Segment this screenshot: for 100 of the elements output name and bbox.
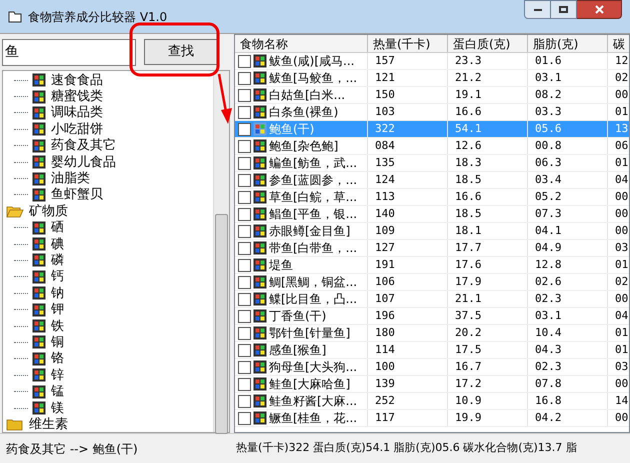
tree-item[interactable]: 速食食品	[50, 74, 104, 87]
table-row[interactable]: 白姑鱼[白米... 150 19.1 08.2 00	[235, 87, 629, 104]
tree-item[interactable]: 钙	[50, 270, 65, 284]
tree-item[interactable]: 婴幼儿食品	[50, 156, 117, 169]
food-icon	[253, 377, 267, 391]
table-cell-text: 02.6	[534, 274, 562, 290]
checkbox[interactable]	[238, 156, 251, 170]
table-cell-text: 02	[614, 274, 628, 290]
table-row[interactable]: 鄂针鱼[针量鱼] 180 20.2 10.4 01	[235, 325, 629, 342]
table-row[interactable]: 鲍鱼[杂色鲍] 084 12.6 00.8 06	[235, 138, 629, 155]
table-row[interactable]: 带鱼[白带鱼，... 127 17.7 04.9 03	[235, 240, 629, 257]
close-button[interactable]	[577, 0, 622, 19]
minimize-button[interactable]	[524, 0, 551, 19]
tree-item[interactable]: 药食及其它	[50, 139, 117, 152]
table-row[interactable]: 堤鱼 191 17.6 12.8 01	[235, 257, 629, 274]
checkbox[interactable]	[238, 88, 251, 102]
search-field[interactable]: 鱼	[2, 38, 136, 66]
column-header[interactable]: 碳	[608, 35, 629, 52]
tree-item[interactable]: 镁	[50, 402, 65, 414]
table-row[interactable]: 感鱼[猴鱼] 114 17.5 04.3 01	[235, 342, 629, 359]
checkbox[interactable]	[238, 174, 251, 186]
maximize-button[interactable]	[551, 0, 577, 19]
table-row[interactable]: 鳜鱼[桂鱼，花... 117 19.9 04.2 00	[235, 410, 629, 427]
tree-item[interactable]: 铬	[50, 352, 65, 366]
tree-item[interactable]: 钾	[50, 303, 65, 316]
checkbox[interactable]	[238, 310, 251, 322]
table-cell-text: 109	[374, 223, 395, 239]
table-cell-text: 196	[374, 308, 395, 324]
checkbox[interactable]	[238, 276, 251, 288]
checkbox[interactable]	[238, 412, 251, 424]
checkbox[interactable]	[238, 258, 251, 272]
food-icon	[32, 90, 46, 104]
column-header[interactable]: 脂肪(克)	[528, 35, 608, 52]
table-row[interactable]: 参鱼[蓝圆参，... 124 18.5 03.4 04	[235, 172, 629, 189]
table-cell-text: 37.5	[454, 308, 482, 324]
checkbox[interactable]	[238, 242, 251, 254]
table-row[interactable]: 鲅鱼(咸)[咸马... 157 23.3 01.6 12	[235, 53, 629, 70]
table-cell: 感鱼[猴鱼]	[269, 342, 326, 358]
table-row[interactable]: 鲑鱼籽酱[大麻... 252 10.9 16.8 14	[235, 393, 629, 410]
checkbox[interactable]	[238, 106, 251, 118]
table-row[interactable]: 草鱼[白鲩，草... 113 16.6 05.2 00	[235, 189, 629, 206]
food-icon	[32, 401, 46, 415]
table-row[interactable]: 鲷[黑鲷，铜盆... 106 17.9 02.6 02	[235, 274, 629, 291]
table-cell: 鄂针鱼[针量鱼]	[269, 325, 350, 341]
table-row[interactable]: 丁香鱼(干) 196 37.5 03.1 04	[235, 308, 629, 325]
checkbox[interactable]	[238, 72, 251, 84]
tree-item[interactable]: 鱼虾蟹贝	[50, 188, 104, 202]
tree-item[interactable]: 糖蜜饯类	[50, 90, 104, 104]
tree-item[interactable]: 锰	[50, 385, 65, 398]
table-cell-text: 117	[374, 410, 395, 426]
food-icon	[253, 71, 267, 85]
table-row[interactable]: 赤眼鳟[金目鱼] 109 18.1 04.1 00	[235, 223, 629, 240]
checkbox[interactable]	[238, 54, 251, 68]
tree-item[interactable]: 油脂类	[50, 172, 91, 186]
tree-item[interactable]: 调味品类	[50, 106, 104, 120]
table-cell-text: 01	[614, 257, 628, 273]
table-row[interactable]: 鲽[比目鱼，凸... 107 21.1 02.3 00	[235, 291, 629, 308]
tree-item[interactable]: 矿物质	[28, 204, 69, 218]
table-cell: 草鱼[白鲩，草...	[269, 189, 358, 205]
table-row[interactable]: 鲳鱼[平鱼，银... 140 18.5 07.3 00	[235, 206, 629, 223]
checkbox[interactable]	[238, 122, 251, 136]
checkbox[interactable]	[238, 394, 251, 408]
tree-item[interactable]: 碘	[50, 238, 65, 251]
checkbox[interactable]	[238, 292, 251, 306]
tree-item[interactable]: 维生素	[28, 418, 69, 431]
arrow-drawing	[218, 74, 232, 124]
table-cell-text: 01	[614, 325, 628, 341]
checkbox[interactable]	[238, 344, 251, 356]
table-row[interactable]: 狗母鱼[大头狗... 100 16.7 02.3 03	[235, 359, 629, 376]
table-cell-text: 17.7	[454, 240, 482, 256]
tree-item[interactable]: 铜	[50, 336, 65, 349]
tree-item[interactable]: 钠	[50, 286, 65, 300]
table-row[interactable]: 鲑鱼[大麻哈鱼] 139 17.2 07.8 00	[235, 376, 629, 393]
tree-item[interactable]: 小吃甜饼	[50, 122, 104, 136]
tree-item[interactable]: 磷	[50, 254, 65, 267]
column-header[interactable]: 食物名称	[235, 35, 368, 52]
table-row[interactable]: 鲅鱼[马鲛鱼，... 121 21.2 03.1 02	[235, 70, 629, 87]
table-cell-text: 252	[374, 393, 395, 409]
checkbox[interactable]	[238, 140, 251, 152]
tree-item[interactable]: 硒	[50, 221, 65, 234]
table-cell-text: 03.1	[534, 70, 562, 86]
checkbox[interactable]	[238, 190, 251, 204]
table-cell-text: 00	[614, 291, 628, 307]
column-header[interactable]: 蛋白质(克)	[448, 35, 528, 52]
table-cell: 白条鱼(裸鱼)	[269, 104, 338, 120]
scrollbar[interactable]	[213, 71, 229, 432]
checkbox[interactable]	[238, 360, 251, 374]
table-cell-text: 140	[374, 206, 395, 222]
table-cell-text: 106	[374, 274, 395, 290]
table-cell-text: 16.6	[454, 104, 482, 120]
tree-item[interactable]: 铁	[50, 320, 65, 333]
tree-item[interactable]: 锌	[50, 368, 65, 382]
table-row[interactable]: 鳊鱼[鲂鱼，武... 135 18.3 06.3 01	[235, 155, 629, 172]
checkbox[interactable]	[238, 378, 251, 390]
checkbox[interactable]	[238, 208, 251, 220]
table-cell-text: 00	[614, 189, 628, 205]
checkbox[interactable]	[238, 326, 251, 340]
column-header[interactable]: 热量(千卡)	[368, 35, 448, 52]
search-button[interactable]: 查找	[144, 39, 218, 65]
checkbox[interactable]	[238, 224, 251, 238]
